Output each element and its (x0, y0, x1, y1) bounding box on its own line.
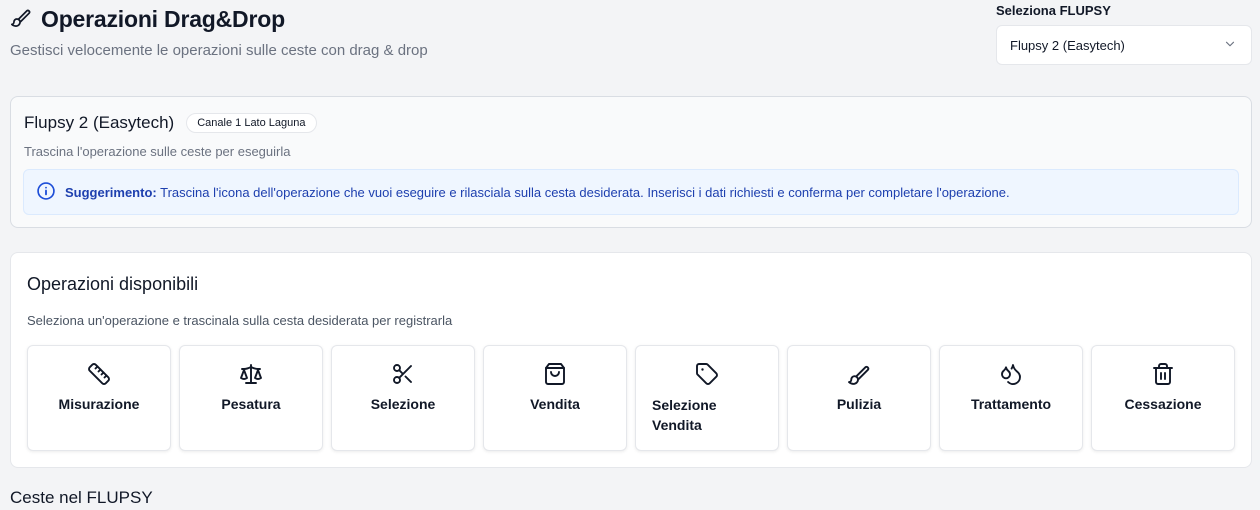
brush-icon (847, 362, 871, 386)
operations-title: Operazioni disponibili (27, 274, 199, 294)
operation-pulizia[interactable]: Pulizia (787, 345, 931, 451)
flupsy-select[interactable]: Flupsy 2 (Easytech) (996, 25, 1252, 65)
operation-selezione[interactable]: Selezione (331, 345, 475, 451)
operation-cessazione[interactable]: Cessazione (1091, 345, 1235, 451)
operation-label: Selezione Vendita (652, 397, 717, 433)
scale-icon (239, 362, 263, 386)
page-subtitle: Gestisci velocemente le operazioni sulle… (10, 42, 428, 59)
suggestion-text: Trascina l'icona dell'operazione che vuo… (160, 184, 1010, 200)
flupsy-select-label: Seleziona FLUPSY (996, 3, 1111, 18)
flupsy-name: Flupsy 2 (Easytech) (24, 113, 175, 132)
operations-card: Operazioni disponibili Seleziona un'oper… (10, 252, 1252, 468)
chevron-down-icon (1223, 37, 1237, 54)
operation-trattamento[interactable]: Trattamento (939, 345, 1083, 451)
location-badge: Canale 1 Lato Laguna (186, 113, 317, 133)
operation-label: Misurazione (58, 396, 140, 412)
flupsy-select-value: Flupsy 2 (Easytech) (1010, 37, 1125, 53)
suggestion-alert: Suggerimento: Trascina l'icona dell'oper… (23, 169, 1239, 215)
info-icon (36, 181, 56, 204)
tag-icon (695, 362, 719, 386)
operations-subtitle: Seleziona un'operazione e trascinala sul… (27, 313, 453, 328)
operation-label: Pulizia (836, 396, 882, 412)
ruler-icon (87, 362, 111, 386)
operation-pesatura[interactable]: Pesatura (179, 345, 323, 451)
scissors-icon (391, 362, 415, 386)
operation-misurazione[interactable]: Misurazione (27, 345, 171, 451)
flupsy-info-subtitle: Trascina l'operazione sulle ceste per es… (24, 144, 291, 159)
trash-icon (1151, 362, 1175, 386)
operation-label: Vendita (530, 396, 580, 412)
droplets-icon (999, 362, 1023, 386)
flupsy-info-card: Flupsy 2 (Easytech) Canale 1 Lato Laguna… (10, 96, 1252, 228)
shopping-bag-icon (543, 362, 567, 386)
operations-list: Misurazione Pesatura Selezione Vendita S (27, 345, 1235, 451)
operation-vendita[interactable]: Vendita (483, 345, 627, 451)
page-header: Operazioni Drag&Drop Gestisci velocement… (10, 6, 428, 59)
operation-label: Selezione (370, 396, 436, 412)
flupsy-select-group: Seleziona FLUPSY Flupsy 2 (Easytech) (996, 3, 1252, 65)
suggestion-title: Suggerimento: (65, 184, 157, 200)
brush-icon (10, 6, 32, 33)
operation-label: Trattamento (970, 396, 1052, 412)
operation-selezione-vendita[interactable]: Selezione Vendita (635, 345, 779, 451)
operation-label: Cessazione (1124, 396, 1202, 412)
page-title: Operazioni Drag&Drop (41, 6, 285, 32)
operation-label: Pesatura (221, 396, 281, 412)
baskets-section-title: Ceste nel FLUPSY (10, 488, 153, 507)
